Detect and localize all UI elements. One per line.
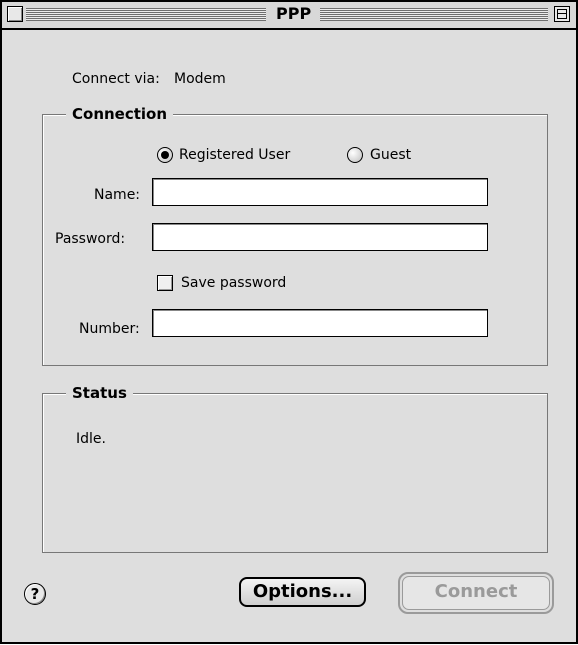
name-field[interactable] (152, 178, 488, 206)
connect-via-value: Modem (174, 71, 226, 87)
save-password-label[interactable]: Save password (181, 274, 286, 292)
connection-legend: Connection (66, 105, 174, 123)
number-label: Number: (79, 321, 140, 337)
password-label: Password: (55, 231, 126, 247)
registered-user-label[interactable]: Registered User (179, 146, 290, 164)
guest-label[interactable]: Guest (370, 146, 411, 164)
title-stripes-right (320, 8, 548, 21)
help-icon[interactable]: ? (24, 583, 46, 605)
connect-button[interactable]: Connect (402, 576, 550, 610)
zoom-box[interactable] (554, 6, 570, 22)
status-text: Idle. (76, 431, 106, 447)
status-group (42, 393, 548, 553)
title-stripes-left (26, 8, 266, 21)
radio-selected-dot (161, 151, 169, 159)
ppp-window: PPP Connect via: Modem Connection Regist… (0, 0, 578, 644)
save-password-checkbox[interactable] (157, 275, 173, 291)
title-bar[interactable]: PPP (2, 2, 576, 30)
close-box[interactable] (7, 6, 23, 22)
connect-via-label: Connect via: (72, 71, 160, 87)
registered-user-radio[interactable] (157, 147, 173, 163)
number-field[interactable] (152, 309, 488, 337)
options-button[interactable]: Options... (239, 577, 366, 607)
name-label: Name: (94, 187, 141, 203)
status-legend: Status (66, 384, 133, 402)
window-title: PPP (272, 4, 316, 24)
password-field[interactable] (152, 223, 488, 251)
guest-radio[interactable] (347, 147, 363, 163)
